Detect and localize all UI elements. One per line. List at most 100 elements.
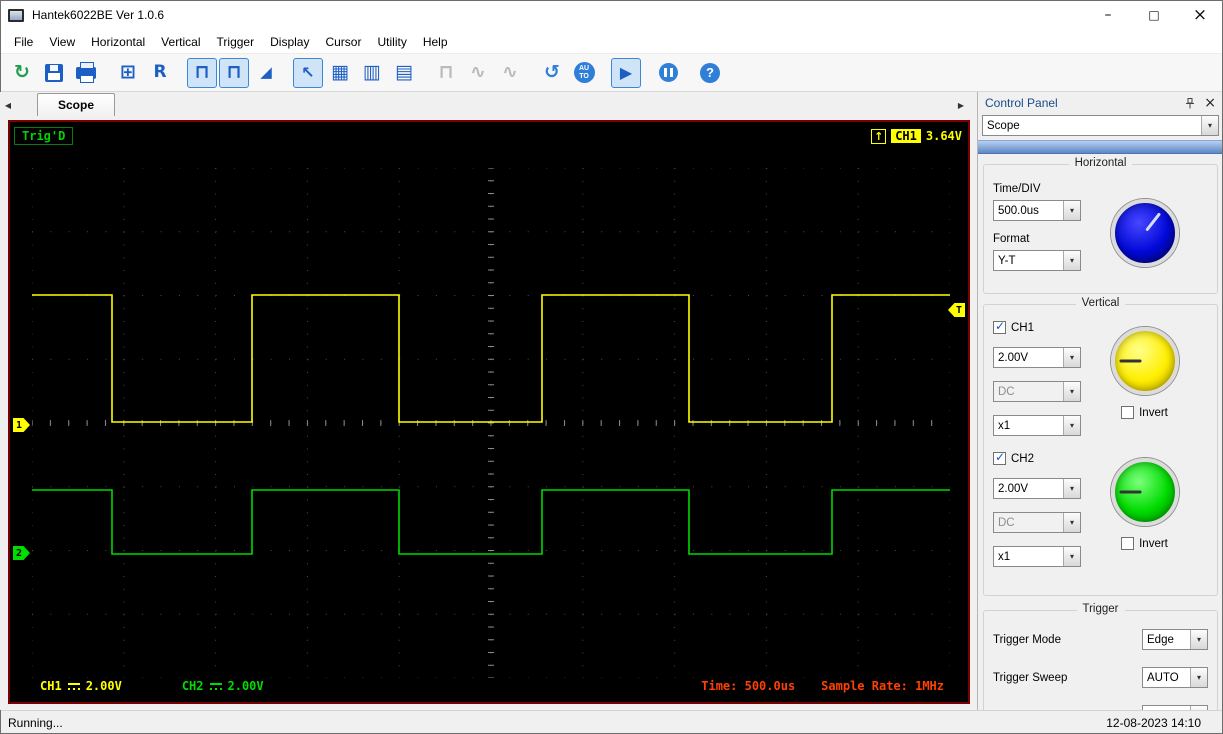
pause-button[interactable]: [653, 58, 683, 88]
pulse-width-button[interactable]: ⊓: [219, 57, 249, 88]
tab-scope[interactable]: Scope: [37, 93, 116, 116]
trigger-group: Trigger Trigger Mode Edge ▾ Trigger Swee…: [983, 603, 1218, 711]
cursor-tool-button[interactable]: ↖: [293, 57, 323, 88]
ch2-invert-checkbox[interactable]: ✓ Invert: [1121, 537, 1168, 550]
ch2-position-knob[interactable]: [1110, 458, 1179, 526]
time-div-label: Time/DIV: [993, 183, 1041, 195]
chevron-down-icon: ▾: [1190, 630, 1207, 649]
ch2-volts-select[interactable]: 2.00V ▾: [993, 478, 1081, 499]
tab-strip: ◀ Scope ▶: [0, 92, 977, 116]
horizontal-group: Horizontal Time/DIV 500.0us ▾ Format Y-T…: [983, 157, 1218, 294]
menu-view[interactable]: View: [41, 32, 83, 52]
record-button[interactable]: R: [145, 58, 175, 88]
panel-close-icon[interactable]: ×: [1204, 96, 1216, 110]
chevron-down-icon: ▾: [1201, 116, 1218, 135]
maximize-button[interactable]: □: [1131, 0, 1177, 30]
trigger-level-value: 3.64V: [925, 129, 962, 143]
tab-scope-label: Scope: [58, 98, 95, 112]
run-icon: ▶: [619, 62, 633, 82]
chevron-down-icon: ▾: [1190, 668, 1207, 687]
menu-horizontal[interactable]: Horizontal: [83, 32, 153, 52]
ch2-readout: CH2 2.00V: [173, 678, 272, 694]
trigger-sweep-label: Trigger Sweep: [993, 671, 1068, 684]
time-base-readout: Time: 500.0us: [701, 679, 796, 693]
toolbar: ↻ ⊞ R ⊓ ⊓ ◢ ↖ ▦ ▥ ▤ ⊓ ∿ ∿ ↺ AU TO ▶?: [0, 54, 1223, 92]
horizontal-position-knob[interactable]: [1110, 199, 1179, 267]
ch2-position-marker[interactable]: 2: [13, 546, 30, 560]
knob-pointer: [1119, 490, 1142, 494]
menu-utility[interactable]: Utility: [369, 32, 414, 52]
ch1-invert-label: Invert: [1139, 406, 1168, 419]
time-div-select[interactable]: 500.0us ▾: [993, 200, 1081, 221]
menu-file[interactable]: File: [6, 32, 41, 52]
ch2-coupling-select: DC ▾: [993, 512, 1081, 533]
trigger-level-marker[interactable]: T: [948, 303, 965, 317]
save-button[interactable]: [39, 58, 69, 88]
status-bar: Running... 12-08-2023 14:10: [0, 710, 1223, 734]
ramp-mode-button[interactable]: ◢: [251, 58, 281, 88]
checkbox-icon: ✓: [993, 319, 1006, 334]
knob-pointer: [1145, 212, 1162, 232]
ch1-volts-select[interactable]: 2.00V ▾: [993, 347, 1081, 368]
ch1-position-knob[interactable]: [1110, 327, 1179, 395]
graticule: [32, 168, 950, 678]
trigger-sweep-select[interactable]: AUTO ▾: [1142, 667, 1208, 688]
menu-display[interactable]: Display: [262, 32, 317, 52]
panel-mode-select[interactable]: Scope ▾: [982, 115, 1219, 136]
ch2-invert-label: Invert: [1139, 537, 1168, 550]
horizontal-cursors-button[interactable]: ▤: [389, 58, 419, 88]
minimize-button[interactable]: –: [1085, 0, 1131, 30]
autoset-button[interactable]: AU TO: [569, 58, 599, 88]
format-select[interactable]: Y-T ▾: [993, 250, 1081, 271]
control-panel: Control Panel × Scope ▾ Horizontal Time/…: [977, 92, 1223, 710]
record-icon: R: [153, 62, 167, 82]
waveform-canvas: [32, 168, 950, 678]
app-icon: [8, 8, 24, 22]
menubar: File View Horizontal Vertical Trigger Di…: [0, 30, 1223, 54]
run-button[interactable]: ▶: [611, 57, 641, 88]
minimize-icon: –: [1104, 7, 1112, 23]
ch1-position-marker[interactable]: 1: [13, 418, 30, 432]
acquire-button[interactable]: ↻: [7, 58, 37, 88]
trigger-mode-label: Trigger Mode: [993, 633, 1061, 646]
auto-scale-button[interactable]: ⊞: [113, 58, 143, 88]
scope-document-area: ◀ Scope ▶ Trig'D ↑ CH1 3.64V 1 2 T CH1 2…: [0, 92, 977, 710]
ch1-enable-checkbox[interactable]: ✓ CH1: [993, 319, 1081, 334]
pulse-mode-button[interactable]: ⊓: [187, 57, 217, 88]
grid-display-icon: ▦: [331, 61, 349, 83]
ch1-coupling-icon: [67, 682, 80, 690]
control-panel-header: Control Panel ×: [978, 92, 1223, 114]
trigger-mode-select[interactable]: Edge ▾: [1142, 629, 1208, 650]
refresh-button[interactable]: ↺: [537, 58, 567, 88]
control-panel-title: Control Panel: [985, 96, 1058, 110]
trigger-source-select[interactable]: CH1 ▾: [1142, 705, 1208, 710]
menu-help[interactable]: Help: [415, 32, 456, 52]
ch2-enable-checkbox[interactable]: ✓ CH2: [993, 450, 1081, 465]
close-icon: ×: [1192, 5, 1208, 25]
ch1-invert-checkbox[interactable]: ✓ Invert: [1121, 406, 1168, 419]
smooth-sine-icon: ∿: [502, 61, 518, 83]
ch2-probe-select[interactable]: x1 ▾: [993, 546, 1081, 567]
print-button[interactable]: [71, 58, 101, 88]
tab-scroll-right-icon[interactable]: ▶: [953, 94, 969, 116]
close-button[interactable]: ×: [1177, 0, 1223, 30]
ch1-probe-select[interactable]: x1 ▾: [993, 415, 1081, 436]
panel-gradient-bar: [978, 140, 1223, 154]
grid-display-button[interactable]: ▦: [325, 58, 355, 88]
menu-cursor[interactable]: Cursor: [317, 32, 369, 52]
pin-icon[interactable]: [1185, 97, 1195, 109]
status-text: Running...: [8, 715, 63, 730]
window-title: Hantek6022BE Ver 1.0.6: [32, 8, 165, 22]
ch2-enable-label: CH2: [1011, 452, 1035, 465]
menu-trigger[interactable]: Trigger: [209, 32, 263, 52]
scope-top-overlay: Trig'D ↑ CH1 3.64V: [14, 125, 962, 147]
trigger-source-label: Trigger Source: [993, 710, 1142, 711]
vertical-cursors-button[interactable]: ▥: [357, 58, 387, 88]
step-wave-button: ⊓: [431, 58, 461, 88]
oscilloscope-display: Trig'D ↑ CH1 3.64V 1 2 T CH1 2.00V CH2 2…: [8, 120, 970, 704]
tab-scroll-left-icon[interactable]: ◀: [0, 94, 16, 116]
menu-vertical[interactable]: Vertical: [153, 32, 208, 52]
help-button[interactable]: ?: [695, 58, 725, 88]
vertical-cursors-icon: ▥: [363, 61, 381, 83]
chevron-down-icon: ▾: [1063, 547, 1080, 566]
